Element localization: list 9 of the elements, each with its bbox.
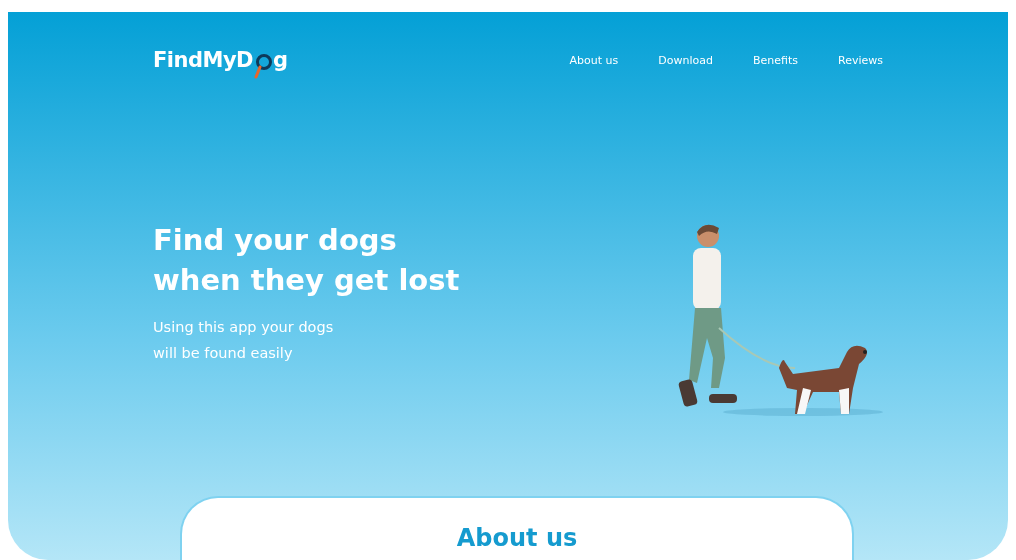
logo[interactable]: FindMyD g <box>153 48 288 82</box>
hero-subtitle: Using this app your dogs will be found easily <box>153 318 335 363</box>
nav-link[interactable]: About us <box>569 53 619 67</box>
nav-link[interactable]: Benefits <box>753 53 798 67</box>
nav-link[interactable]: Reviews <box>838 53 883 67</box>
nav-link[interactable]: Download <box>658 53 713 67</box>
hero-title: Find your dogs when they get lost <box>153 222 461 299</box>
section-title: About us <box>456 524 578 554</box>
magnifier-icon <box>253 53 274 79</box>
